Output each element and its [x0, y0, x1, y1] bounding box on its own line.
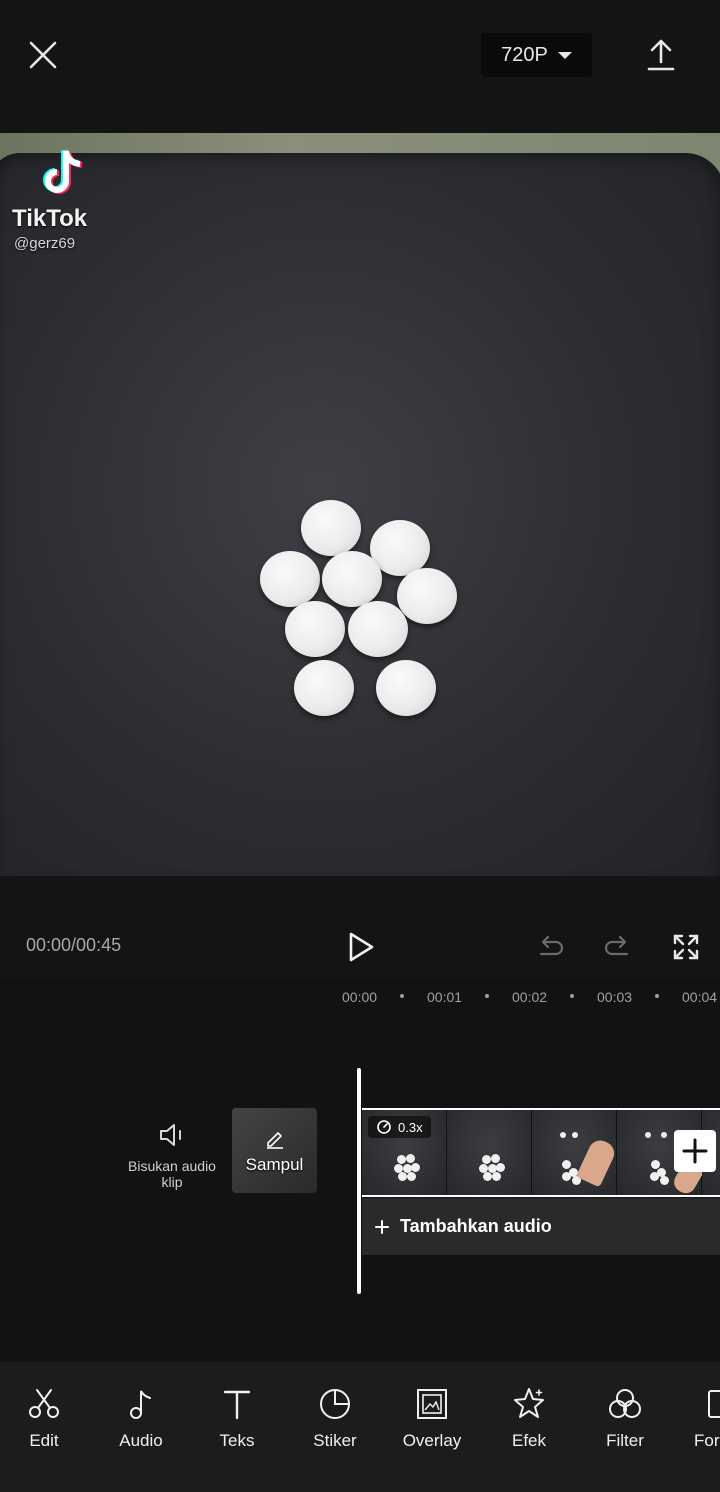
tool-label: Efek [511, 1431, 547, 1450]
ruler-dot [400, 994, 404, 998]
ruler-tick: 00:04 [682, 989, 718, 1005]
caret-down-icon [557, 51, 572, 59]
scissors-icon [29, 1389, 59, 1418]
undo-icon [539, 935, 564, 956]
play-icon [349, 932, 374, 962]
watermark-brand: TikTok [12, 205, 88, 232]
ruler-tick: 00:03 [597, 989, 633, 1005]
close-icon [29, 41, 57, 69]
play-button[interactable] [346, 931, 376, 963]
ruler-tick: 00:00 [342, 989, 378, 1005]
mute-clip-audio-button[interactable]: Bisukan audio klip [128, 1110, 216, 1200]
tool-label: Audio [119, 1431, 163, 1450]
ruler-dot [570, 994, 574, 998]
clip-thumbnail [532, 1110, 619, 1195]
tool-overlay[interactable]: Overlay [387, 1386, 477, 1451]
tool-format[interactable]: For [676, 1386, 720, 1451]
fullscreen-icon [673, 934, 699, 960]
tiktok-watermark: TikTok @gerz69 [12, 143, 122, 253]
cover-label: Sampul [245, 1155, 304, 1174]
ruler-tick: 00:01 [427, 989, 463, 1005]
tool-edit[interactable]: Edit [0, 1386, 89, 1451]
pill [397, 568, 457, 624]
ruler-tick: 00:02 [512, 989, 548, 1005]
video-preview[interactable]: TikTok @gerz69 [0, 133, 720, 876]
bottom-toolbar: Edit Audio Teks Stiker Overlay Efek Filt… [0, 1362, 720, 1492]
upload-icon [647, 39, 675, 71]
playback-controls: 00:00/00:45 [0, 876, 720, 980]
tool-label: Teks [219, 1431, 255, 1450]
pencil-icon [267, 1132, 283, 1149]
overlay-icon [417, 1389, 447, 1419]
tool-audio[interactable]: Audio [96, 1386, 186, 1451]
ruler-dot [655, 994, 659, 998]
tool-text[interactable]: Teks [192, 1386, 282, 1451]
cover-button[interactable]: Sampul [232, 1108, 317, 1193]
sticker-icon [320, 1389, 351, 1419]
redo-icon [604, 935, 629, 956]
playhead[interactable] [357, 1068, 361, 1294]
tool-label: Edit [29, 1431, 59, 1450]
redo-button[interactable] [603, 932, 633, 962]
tool-effects[interactable]: Efek [484, 1386, 574, 1451]
timeline[interactable]: 00:00 00:01 00:02 00:03 00:04 Bisukan au… [0, 980, 720, 1362]
tool-filter[interactable]: Filter [580, 1386, 670, 1451]
effect-star-icon [514, 1388, 544, 1418]
speed-badge: 0.3x [368, 1116, 431, 1138]
top-bar: 720P [0, 0, 720, 133]
resolution-value: 720P [501, 43, 548, 66]
plus-icon [375, 1219, 389, 1234]
speed-gauge-icon [377, 1120, 391, 1134]
tool-label: For [694, 1431, 720, 1450]
ruler-dot [485, 994, 489, 998]
format-icon [708, 1390, 720, 1418]
video-frame-board [0, 153, 720, 876]
export-button[interactable] [645, 38, 677, 72]
text-icon [223, 1390, 251, 1420]
add-clip-button[interactable] [674, 1130, 716, 1172]
pill [301, 500, 361, 556]
add-audio-button[interactable]: Tambahkan audio [362, 1198, 720, 1255]
pill [260, 551, 320, 607]
resolution-dropdown[interactable]: 720P [481, 33, 592, 77]
video-clip-track[interactable]: 0.3x [362, 1108, 720, 1197]
add-audio-label: Tambahkan audio [400, 1216, 552, 1236]
watermark-username: @gerz69 [14, 235, 76, 252]
close-button[interactable] [26, 38, 60, 72]
pill [322, 551, 382, 607]
time-display: 00:00/00:45 [26, 935, 122, 955]
tool-label: Overlay [402, 1431, 462, 1450]
plus-icon [682, 1138, 708, 1164]
music-note-icon [130, 1390, 151, 1419]
undo-button[interactable] [535, 932, 565, 962]
tiktok-logo-icon [43, 149, 83, 194]
mute-clip-audio-label: Bisukan audio klip [128, 1158, 216, 1190]
filter-icon [609, 1389, 641, 1418]
pill [348, 601, 408, 657]
pill [294, 660, 354, 716]
clip-thumbnail [447, 1110, 532, 1195]
pill [376, 660, 436, 716]
pill [285, 601, 345, 657]
tool-label: Filter [606, 1431, 644, 1450]
tool-label: Stiker [313, 1431, 357, 1450]
speed-value: 0.3x [398, 1119, 423, 1135]
fullscreen-button[interactable] [671, 932, 701, 962]
speaker-icon [160, 1124, 181, 1146]
tool-sticker[interactable]: Stiker [290, 1386, 380, 1451]
